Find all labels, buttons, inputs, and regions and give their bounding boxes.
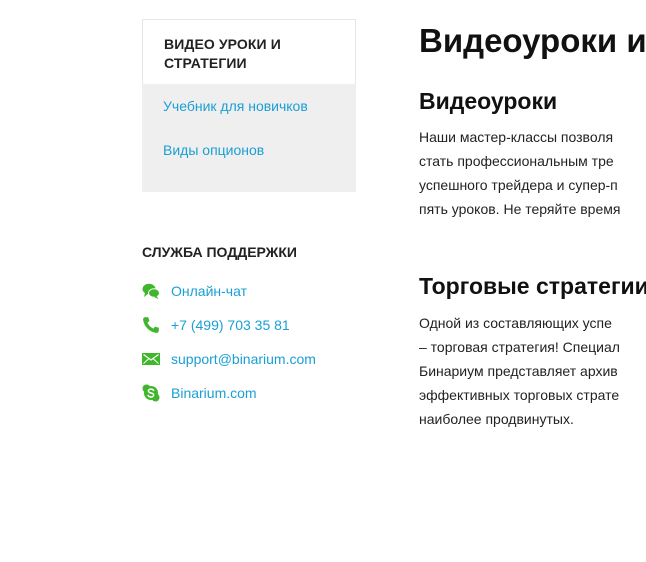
sidebar-nav: ВИДЕО УРОКИ И СТРАТЕГИИ Учебник для нови… xyxy=(142,19,356,192)
section-text-strategies: Одной из составляющих успе – торговая ст… xyxy=(419,311,646,431)
phone-icon xyxy=(142,316,160,334)
sidebar-link-option-types[interactable]: Виды опционов xyxy=(163,142,264,158)
chat-icon xyxy=(142,282,160,300)
sidebar-link-beginners-tutorial[interactable]: Учебник для новичков xyxy=(163,98,308,114)
text-line: стать профессиональным тре xyxy=(419,153,614,169)
sidebar-nav-heading: ВИДЕО УРОКИ И СТРАТЕГИИ xyxy=(164,36,281,71)
contact-email[interactable]: support@binarium.com xyxy=(142,349,316,369)
contact-email-link[interactable]: support@binarium.com xyxy=(171,351,316,367)
contact-phone[interactable]: +7 (499) 703 35 81 xyxy=(142,315,290,335)
text-line: успешного трейдера и супер-п xyxy=(419,177,618,193)
contact-skype[interactable]: Binarium.com xyxy=(142,383,257,403)
text-line: пять уроков. Не теряйте время xyxy=(419,201,621,217)
skype-icon xyxy=(142,384,160,402)
text-line: Бинариум представляет архив xyxy=(419,363,618,379)
contact-chat-link[interactable]: Онлайн-чат xyxy=(171,283,247,299)
section-title-strategies: Торговые стратегии xyxy=(419,273,646,299)
sidebar-nav-header: ВИДЕО УРОКИ И СТРАТЕГИИ xyxy=(142,19,356,84)
text-line: наиболее продвинутых. xyxy=(419,411,574,427)
contact-skype-link[interactable]: Binarium.com xyxy=(171,385,257,401)
text-line: Одной из составляющих успе xyxy=(419,315,612,331)
page-title: Видеоуроки и xyxy=(419,22,646,59)
mail-icon xyxy=(142,350,160,368)
text-line: – торговая стратегия! Специал xyxy=(419,339,620,355)
text-line: Наши мастер-классы позволя xyxy=(419,129,614,145)
section-title-video: Видеоуроки xyxy=(419,88,558,114)
section-text-video: Наши мастер-классы позволя стать професс… xyxy=(419,125,646,221)
contact-phone-link[interactable]: +7 (499) 703 35 81 xyxy=(171,317,290,333)
text-line: эффективных торговых страте xyxy=(419,387,620,403)
contact-chat[interactable]: Онлайн-чат xyxy=(142,281,247,301)
support-title: СЛУЖБА ПОДДЕРЖКИ xyxy=(142,244,297,260)
